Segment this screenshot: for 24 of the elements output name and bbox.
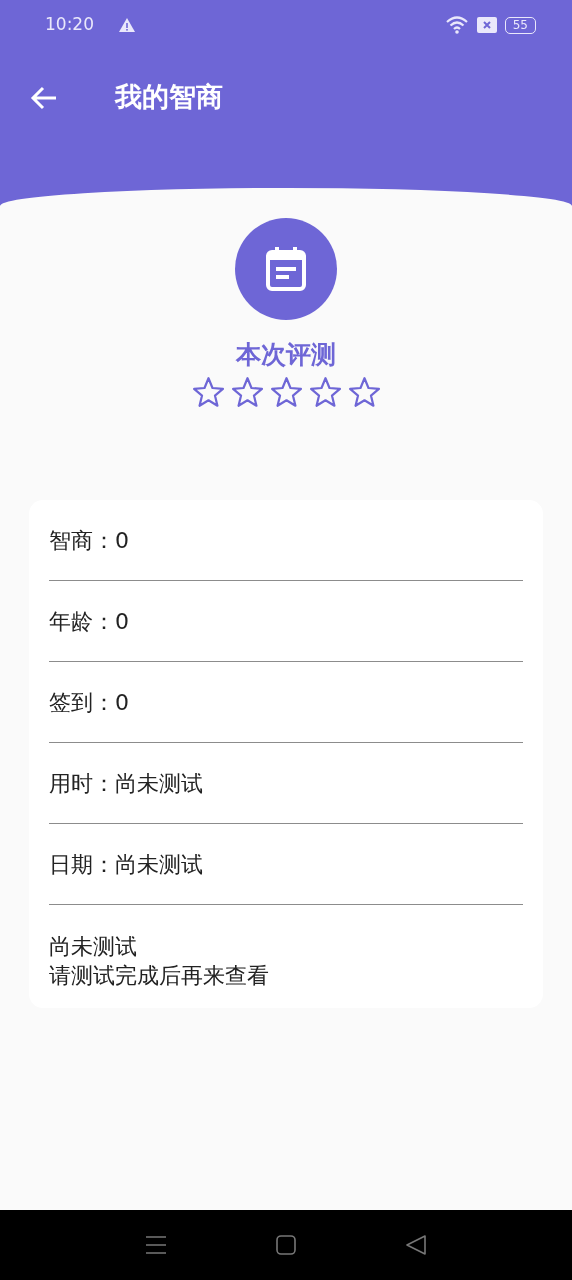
back-icon[interactable] (406, 1235, 426, 1255)
message-text: 请测试完成后再来查看 (49, 961, 270, 990)
wifi-icon (444, 15, 469, 35)
star-icon (230, 376, 264, 408)
status-time: 10:20 (45, 13, 94, 37)
evaluation-title: 本次评测 (236, 340, 336, 370)
detail-text: 年龄：0 (49, 607, 129, 636)
star-icon (347, 376, 381, 408)
detail-text: 用时：尚未测试 (49, 769, 203, 798)
warning-icon (118, 17, 136, 33)
menu-icon[interactable] (146, 1235, 166, 1255)
star-icon (308, 376, 342, 408)
detail-text: 日期：尚未测试 (49, 850, 203, 879)
star-icon (191, 376, 225, 408)
detail-text: 签到：0 (49, 688, 129, 717)
calendar-icon (266, 247, 306, 291)
sim-error-icon (476, 17, 497, 33)
page-title: 我的智商 (115, 80, 223, 115)
home-icon[interactable] (276, 1235, 296, 1255)
star-icon (269, 376, 303, 408)
message-text: 尚未测试 (49, 933, 138, 961)
back-arrow-icon[interactable] (30, 85, 58, 110)
battery-indicator: 55 (504, 16, 536, 34)
detail-text: 智商：0 (49, 526, 129, 555)
